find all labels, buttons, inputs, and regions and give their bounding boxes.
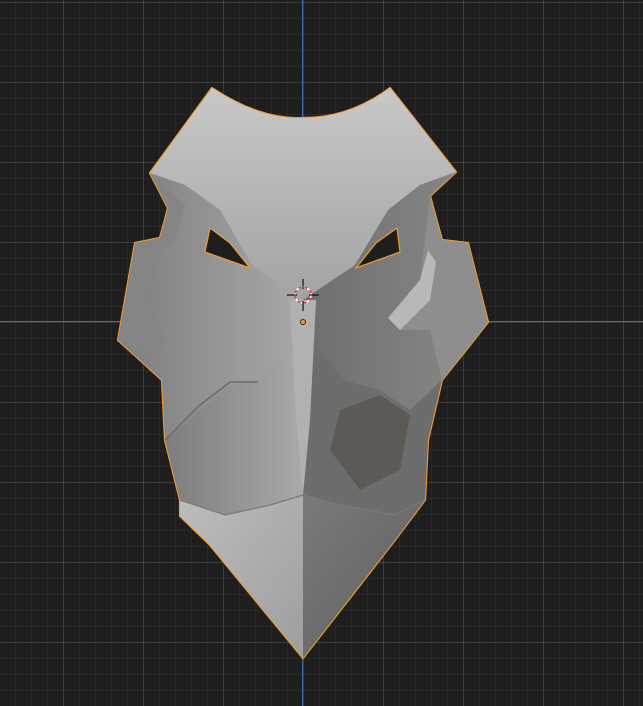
3d-viewport[interactable] (0, 0, 643, 706)
mask-mesh[interactable] (116, 86, 490, 660)
mask-beak-right (303, 495, 425, 658)
mask-beak-left (180, 495, 303, 658)
3d-cursor-icon[interactable] (285, 277, 321, 313)
object-origin-icon (300, 319, 306, 325)
viewport-scene (116, 86, 490, 660)
